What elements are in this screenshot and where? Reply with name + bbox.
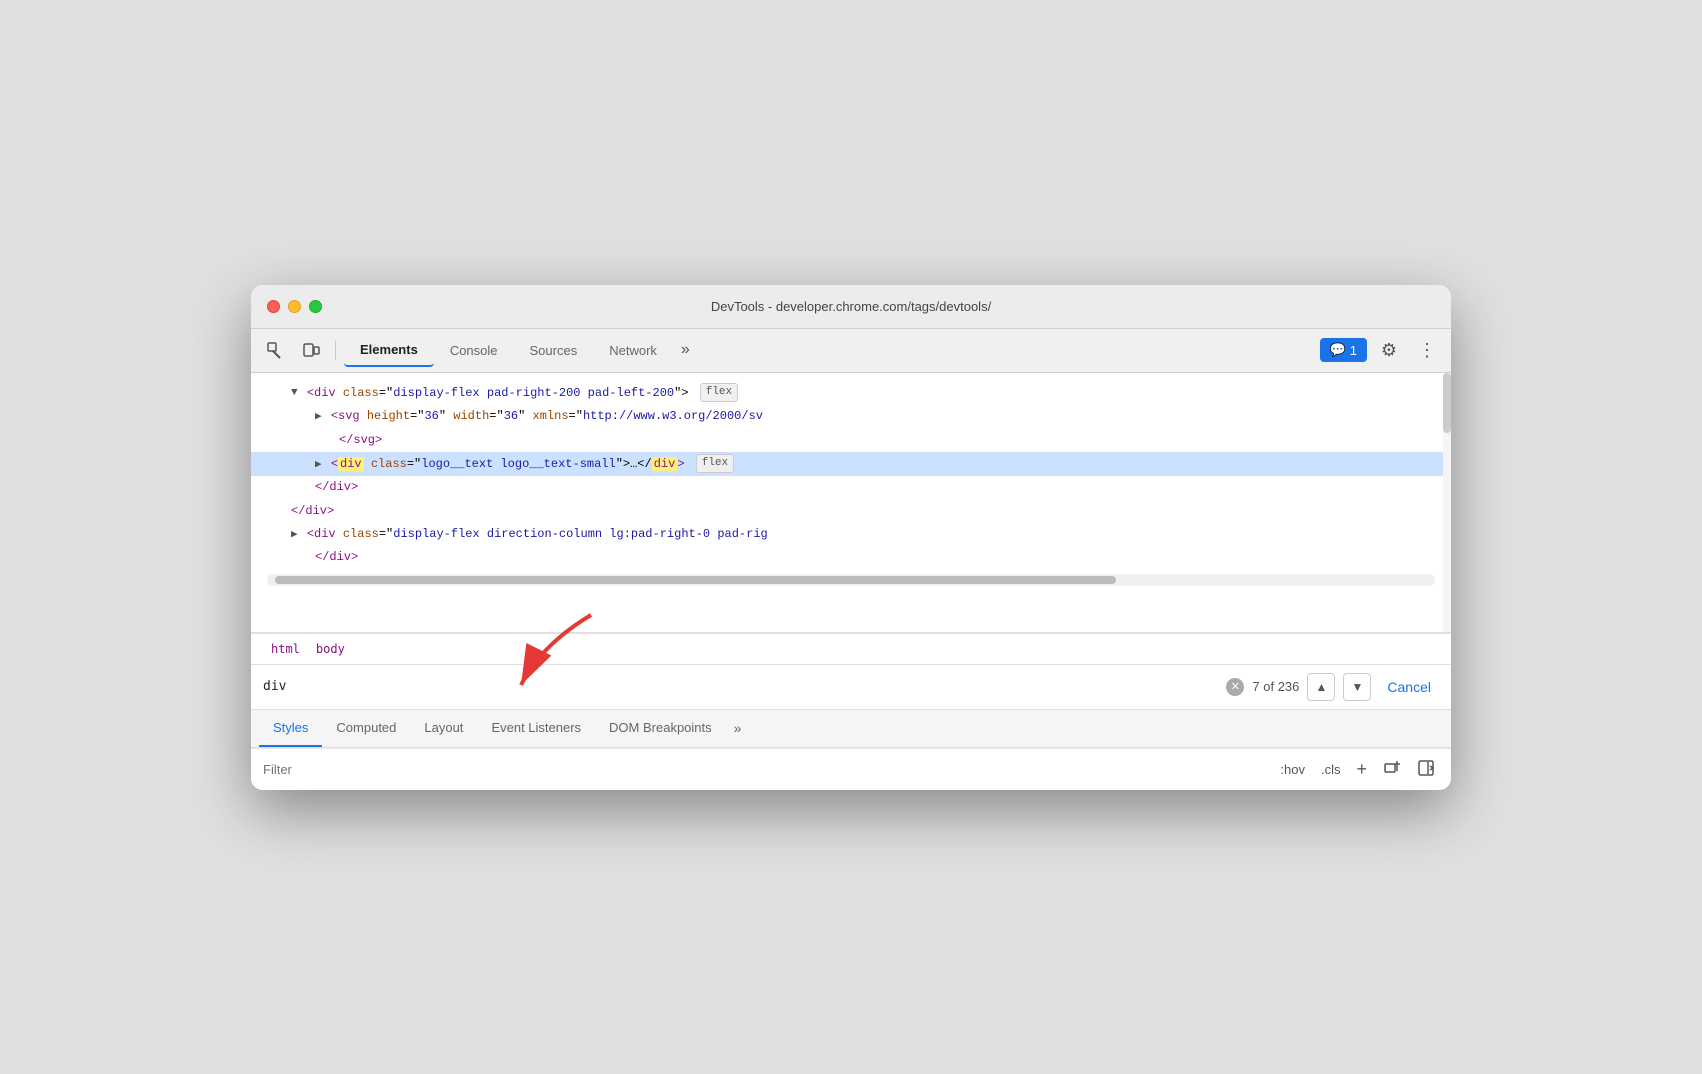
expand-icon: ▶	[315, 459, 322, 471]
dom-line-highlighted[interactable]: ▶ <div class="logo__text logo__text-smal…	[251, 452, 1451, 477]
breadcrumb-bar: html body	[251, 633, 1451, 665]
hscrollbar-thumb	[275, 576, 1116, 584]
tab-event-listeners[interactable]: Event Listeners	[477, 710, 595, 747]
more-tabs-button[interactable]: »	[673, 337, 698, 363]
horizontal-scrollbar[interactable]	[267, 574, 1435, 586]
inspect-element-button[interactable]	[259, 334, 291, 366]
flex-badge: flex	[700, 383, 738, 403]
tab-sources[interactable]: Sources	[514, 335, 594, 366]
search-bar: ✕ 7 of 236 ▲ ▼ Cancel	[251, 665, 1451, 710]
breadcrumb-html[interactable]: html	[267, 640, 304, 658]
tab-styles[interactable]: Styles	[259, 710, 322, 747]
dom-line[interactable]: </div>	[251, 500, 1451, 523]
filter-input[interactable]	[263, 762, 1276, 777]
dom-panel: ▼ <div class="display-flex pad-right-200…	[251, 373, 1451, 633]
search-next-button[interactable]: ▼	[1343, 673, 1371, 701]
tab-dom-breakpoints[interactable]: DOM Breakpoints	[595, 710, 726, 747]
search-prev-button[interactable]: ▲	[1307, 673, 1335, 701]
breadcrumb-body[interactable]: body	[312, 640, 349, 658]
search-count: 7 of 236	[1252, 679, 1299, 694]
vscrollbar-thumb	[1443, 373, 1451, 433]
titlebar: DevTools - developer.chrome.com/tags/dev…	[251, 285, 1451, 329]
filter-actions: :hov .cls +	[1276, 757, 1439, 782]
comment-count: 1	[1350, 343, 1357, 358]
tab-layout[interactable]: Layout	[410, 710, 477, 747]
add-style-button[interactable]: +	[1352, 757, 1371, 782]
bottom-panel: Styles Computed Layout Event Listeners D…	[251, 710, 1451, 790]
window-title: DevTools - developer.chrome.com/tags/dev…	[711, 299, 991, 314]
new-style-rule-button[interactable]	[1379, 757, 1405, 782]
tab-console[interactable]: Console	[434, 335, 514, 366]
toolbar-divider	[335, 340, 336, 360]
traffic-lights	[267, 300, 322, 313]
expand-icon: ▶	[291, 529, 298, 541]
toggle-sidebar-button[interactable]	[1413, 757, 1439, 782]
search-input-wrap: ✕ 7 of 236	[263, 678, 1299, 696]
devtools-window: DevTools - developer.chrome.com/tags/dev…	[251, 285, 1451, 790]
tab-elements[interactable]: Elements	[344, 334, 434, 367]
more-options-button[interactable]: ⋮	[1411, 334, 1443, 366]
search-clear-button[interactable]: ✕	[1226, 678, 1244, 696]
bottom-more-tabs-button[interactable]: »	[730, 710, 746, 746]
toolbar: Elements Console Sources Network » 💬 1 ⚙…	[251, 329, 1451, 373]
tab-network[interactable]: Network	[593, 335, 673, 366]
filter-bar: :hov .cls +	[251, 748, 1451, 790]
settings-button[interactable]: ⚙	[1373, 334, 1405, 366]
search-cancel-button[interactable]: Cancel	[1379, 675, 1439, 699]
tab-bar: Elements Console Sources Network »	[344, 334, 1316, 367]
dom-line[interactable]: </svg>	[251, 429, 1451, 452]
minimize-button[interactable]	[288, 300, 301, 313]
search-section: ✕ 7 of 236 ▲ ▼ Cancel	[251, 665, 1451, 710]
comment-badge[interactable]: 💬 1	[1320, 338, 1367, 362]
dom-line[interactable]: </div>	[251, 476, 1451, 499]
dom-line[interactable]: </div>	[251, 546, 1451, 569]
tab-computed[interactable]: Computed	[322, 710, 410, 747]
bottom-tabs: Styles Computed Layout Event Listeners D…	[251, 710, 1451, 748]
dom-line[interactable]: ▶ <div class="display-flex direction-col…	[251, 523, 1451, 547]
expand-icon: ▼	[291, 387, 298, 399]
vertical-scrollbar[interactable]	[1443, 373, 1451, 632]
flex-badge-2: flex	[696, 454, 734, 474]
close-button[interactable]	[267, 300, 280, 313]
dom-line[interactable]: ▶ <svg height="36" width="36" xmlns="htt…	[251, 405, 1451, 429]
hov-button[interactable]: :hov	[1276, 760, 1309, 779]
device-toolbar-button[interactable]	[295, 334, 327, 366]
expand-icon: ▶	[315, 411, 322, 423]
maximize-button[interactable]	[309, 300, 322, 313]
search-input[interactable]	[263, 679, 1218, 694]
dom-line[interactable]: ▼ <div class="display-flex pad-right-200…	[251, 381, 1451, 406]
comment-icon: 💬	[1330, 342, 1346, 358]
toolbar-right: 💬 1 ⚙ ⋮	[1320, 334, 1443, 366]
cls-button[interactable]: .cls	[1317, 760, 1345, 779]
